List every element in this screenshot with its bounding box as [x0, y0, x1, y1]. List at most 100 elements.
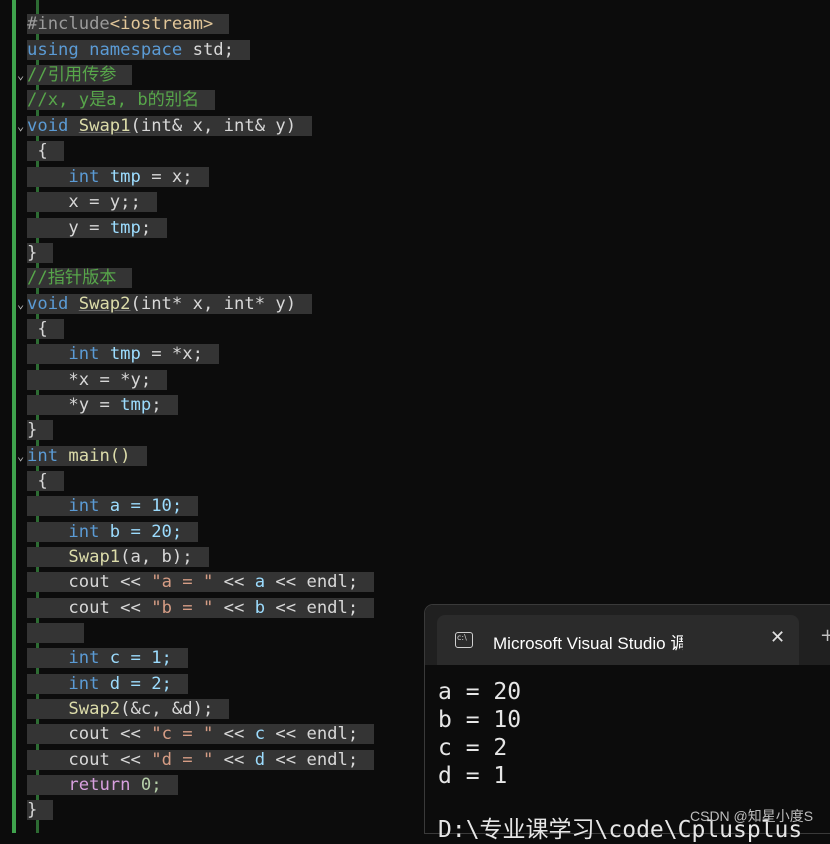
stream-op: << [265, 572, 307, 592]
swap1-line2: x = y;; [68, 192, 141, 212]
string-d: "d = " [151, 750, 214, 770]
semicolon: ; [151, 395, 162, 415]
fold-toggle-icon[interactable]: ⌄ [17, 114, 27, 138]
fold-toggle-icon[interactable]: ⌄ [17, 292, 27, 316]
code-line-1[interactable]: #include<iostream> [27, 12, 230, 36]
console-tab[interactable]: Microsoft Visual Studio 调试控 ✕ [437, 615, 799, 665]
brace-open: { [37, 319, 48, 339]
code-line-18[interactable]: int main() [27, 444, 147, 468]
var-b: b [254, 598, 266, 618]
keyword-int: int [68, 674, 100, 694]
code-line-30[interactable]: cout << "d = " << d << endl; [27, 748, 375, 772]
fold-toggle-icon[interactable]: ⌄ [17, 444, 27, 468]
keyword-int: int [68, 522, 100, 542]
brace-close: } [27, 243, 38, 263]
new-tab-icon[interactable]: + [820, 625, 830, 646]
var-tmp: tmp [109, 167, 141, 187]
cout: cout [68, 598, 110, 618]
keyword-return: return [68, 775, 131, 795]
var-a: a [254, 572, 266, 592]
brace-close: } [27, 800, 38, 820]
code-line-13[interactable]: { [27, 317, 64, 341]
swap2-line1-rest: = *x; [140, 344, 203, 364]
code-line-20[interactable]: int a = 10; [27, 494, 199, 518]
var-tmp: tmp [120, 395, 152, 415]
change-indicator-bar [12, 0, 16, 833]
swap2-line2: *x = *y; [68, 370, 152, 390]
code-line-15[interactable]: *x = *y; [27, 368, 168, 392]
var-tmp: tmp [109, 218, 141, 238]
keyword-int: int [68, 167, 100, 187]
code-line-3[interactable]: //引用传参 [27, 63, 133, 87]
code-line-17[interactable]: } [27, 418, 54, 442]
function-name-swap1: Swap1 [78, 116, 131, 136]
stream-op: << [213, 572, 255, 592]
code-line-14[interactable]: int tmp = *x; [27, 342, 219, 366]
endl: endl; [306, 724, 359, 744]
code-line-12[interactable]: void Swap2(int* x, int* y) [27, 292, 313, 316]
code-line-28[interactable]: Swap2(&c, &d); [27, 697, 230, 721]
keyword-void: void [27, 294, 69, 314]
code-line-9[interactable]: y = tmp; [27, 216, 168, 240]
brace-close: } [27, 420, 38, 440]
code-line-24[interactable]: cout << "b = " << b << endl; [27, 596, 375, 620]
brace-open: { [37, 141, 48, 161]
code-line-11[interactable]: //指针版本 [27, 266, 133, 290]
code-line-29[interactable]: cout << "c = " << c << endl; [27, 722, 375, 746]
call-swap2-args: (&c, &d); [120, 699, 214, 719]
fold-toggle-icon[interactable]: ⌄ [17, 63, 27, 87]
console-output-line: d = 1 [438, 763, 508, 789]
code-line-19[interactable]: { [27, 469, 64, 493]
console-tab-title: Microsoft Visual Studio 调试控 [493, 634, 683, 653]
endl: endl; [306, 750, 359, 770]
code-line-26[interactable]: int c = 1; [27, 646, 188, 670]
close-icon[interactable]: ✕ [770, 627, 785, 648]
code-line-4[interactable]: //x, y是a, b的别名 [27, 88, 216, 112]
cout: cout [68, 724, 110, 744]
semicolon: ; [140, 218, 152, 238]
stream-op: << [109, 598, 152, 618]
code-line-32[interactable]: } [27, 798, 54, 822]
swap1-params: (int& x, int& y) [130, 116, 297, 136]
code-line-8[interactable]: x = y;; [27, 190, 157, 214]
cout: cout [68, 572, 110, 592]
call-swap1-args: (a, b); [120, 547, 193, 567]
function-main: main() [68, 446, 131, 466]
call-swap1: Swap1 [68, 547, 121, 567]
console-tab-bar: Microsoft Visual Studio 调试控 ✕ + [425, 605, 830, 665]
console-output-line: c = 2 [438, 735, 508, 761]
code-line-7[interactable]: int tmp = x; [27, 165, 209, 189]
code-line-25[interactable] [27, 621, 85, 645]
code-line-27[interactable]: int d = 2; [27, 672, 188, 696]
code-line-23[interactable]: cout << "a = " << a << endl; [27, 570, 375, 594]
swap2-line3: *y = [68, 395, 121, 415]
preprocessor-directive: #include [27, 14, 110, 34]
keyword-int: int [68, 344, 100, 364]
comment-pointer: //指针版本 [27, 268, 133, 288]
code-line-6[interactable]: { [27, 139, 64, 163]
cout: cout [68, 750, 110, 770]
comment-reference: //引用传参 [27, 65, 133, 85]
include-target: <iostream> [109, 14, 214, 34]
keyword-namespace: namespace [89, 40, 183, 60]
stream-op: << [213, 750, 255, 770]
code-line-31[interactable]: return 0; [27, 773, 178, 797]
stream-op: << [109, 724, 152, 744]
decl-d: d = 2; [99, 674, 172, 694]
code-line-2[interactable]: using namespace std; [27, 38, 251, 62]
code-line-21[interactable]: int b = 20; [27, 520, 199, 544]
swap1-line1-rest: = x; [140, 167, 193, 187]
stream-op: << [265, 598, 307, 618]
code-line-5[interactable]: void Swap1(int& x, int& y) [27, 114, 313, 138]
code-line-16[interactable]: *y = tmp; [27, 393, 178, 417]
code-line-22[interactable]: Swap1(a, b); [27, 545, 209, 569]
debug-console-window[interactable]: Microsoft Visual Studio 调试控 ✕ + a = 20 b… [425, 605, 830, 843]
stream-op: << [265, 750, 307, 770]
watermark: CSDN @知星小度S [690, 808, 814, 824]
terminal-icon [455, 632, 473, 648]
decl-c: c = 1; [99, 648, 172, 668]
code-line-10[interactable]: } [27, 241, 54, 265]
stream-op: << [213, 598, 255, 618]
comment-alias: //x, y是a, b的别名 [27, 90, 216, 110]
keyword-int: int [68, 648, 100, 668]
